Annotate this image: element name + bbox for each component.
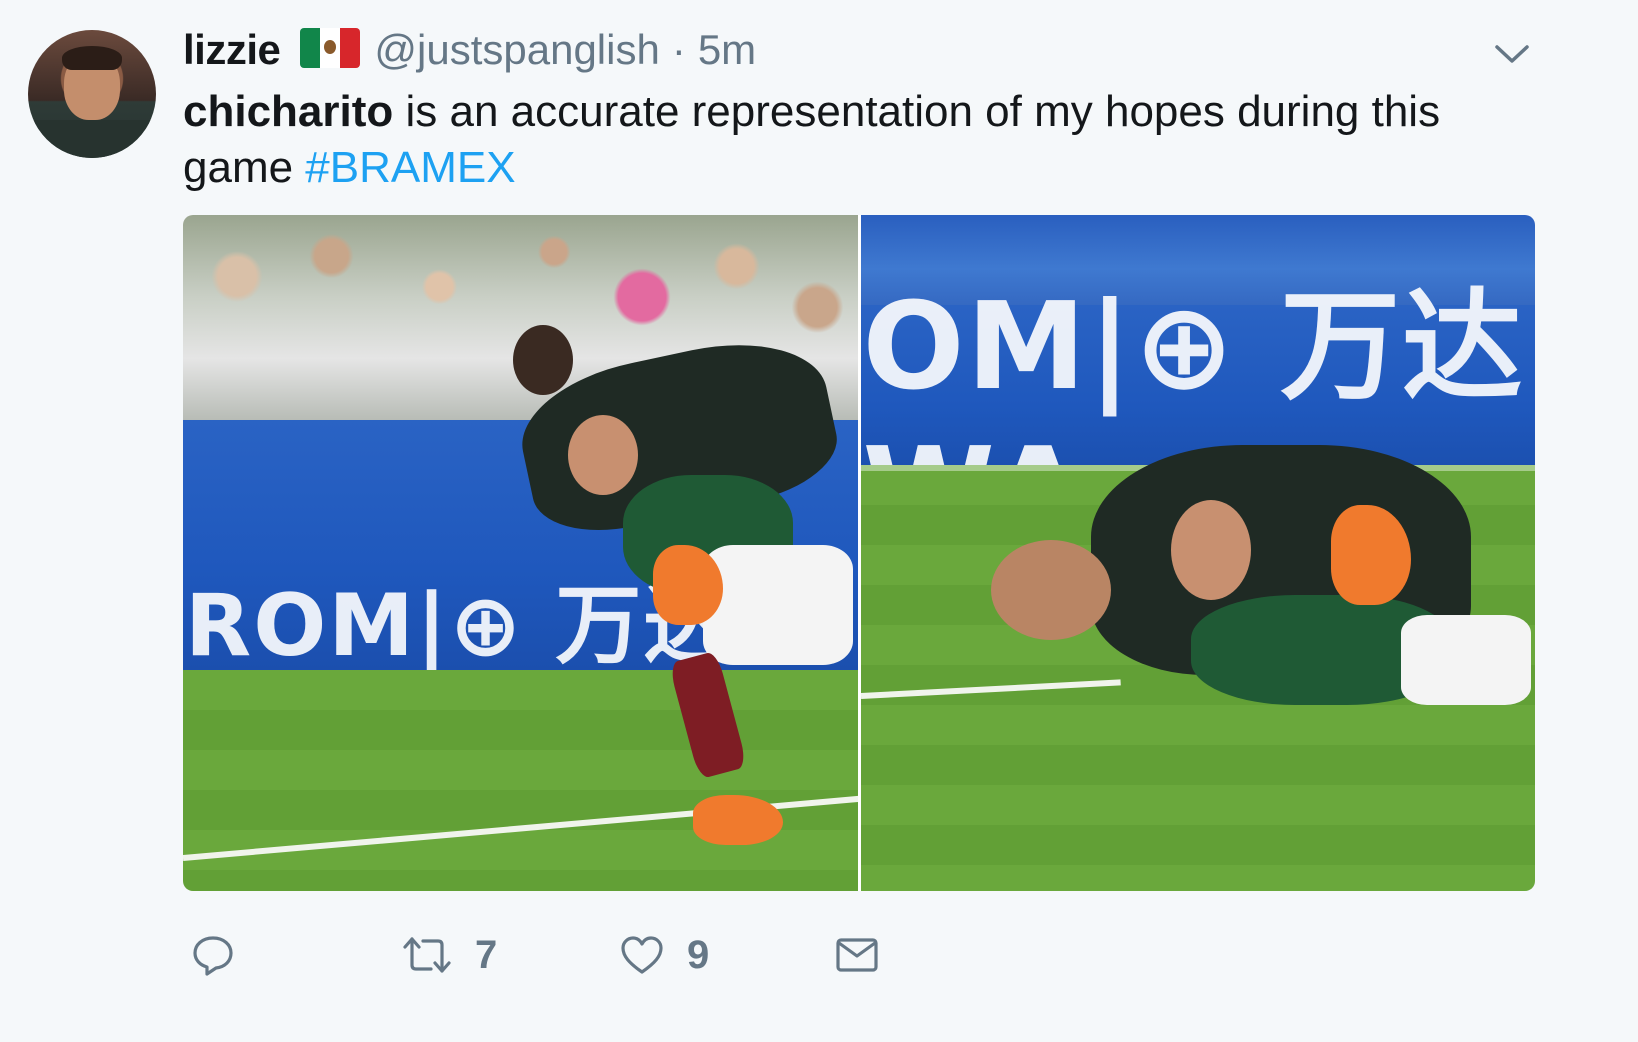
tweet-timestamp[interactable]: 5m <box>698 26 756 74</box>
avatar-hair <box>62 46 122 70</box>
user-avatar[interactable] <box>28 30 156 158</box>
reply-button[interactable] <box>191 920 257 990</box>
tweet-photo-1[interactable]: ROM|⊕ 万达W <box>183 215 858 891</box>
retweet-count: 7 <box>475 932 498 977</box>
direct-message-button[interactable] <box>835 920 901 990</box>
goalkeeper-head <box>513 325 573 395</box>
tweet-text: chicharito is an accurate representation… <box>183 84 1543 196</box>
display-name[interactable]: lizzie <box>183 26 281 74</box>
tweet-header: lizzie @justspanglish · 5m <box>183 24 756 76</box>
avatar-shirt <box>28 120 156 158</box>
goalkeeper-head <box>990 540 1111 640</box>
reply-icon <box>191 934 235 976</box>
user-handle[interactable]: @justspanglish <box>374 26 659 74</box>
football-pitch <box>183 670 858 891</box>
tweet-actions: 7 9 <box>183 920 943 990</box>
striker-boot <box>693 795 783 845</box>
striker-shorts <box>1400 615 1531 705</box>
tweet-media: ROM|⊕ 万达W OM|⊕ 万达WA <box>183 215 1535 891</box>
like-button[interactable]: 9 <box>619 920 709 990</box>
hashtag-link[interactable]: #BRAMEX <box>305 143 515 192</box>
striker-shorts <box>703 545 853 665</box>
separator-dot: · <box>671 26 686 73</box>
tweet-photo-2[interactable]: OM|⊕ 万达WA <box>860 215 1535 891</box>
retweet-button[interactable]: 7 <box>401 920 497 990</box>
retweet-icon <box>401 935 453 975</box>
envelope-icon <box>835 936 879 974</box>
heart-icon <box>619 934 665 976</box>
tweet-text-bold: chicharito <box>183 87 394 136</box>
chevron-down-icon[interactable] <box>1494 40 1530 68</box>
striker-head <box>1170 500 1251 600</box>
mexico-flag-icon <box>300 28 361 68</box>
striker-head <box>568 415 638 495</box>
like-count: 9 <box>687 932 710 977</box>
